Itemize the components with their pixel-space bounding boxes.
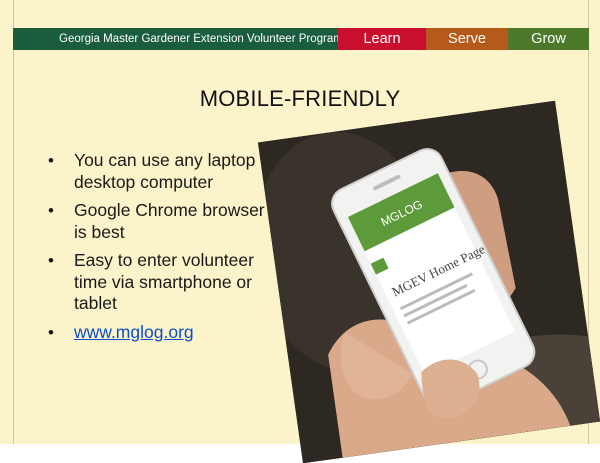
mglog-link[interactable]: www.mglog.org	[74, 322, 194, 342]
bullet-list: You can use any laptop or desktop comput…	[48, 150, 278, 350]
bullet-item: You can use any laptop or desktop comput…	[48, 150, 278, 193]
tab-grow: Grow	[508, 28, 589, 50]
bullet-item: Google Chrome browser is best	[48, 200, 278, 243]
slide: Georgia Master Gardener Extension Volunt…	[0, 0, 600, 463]
tab-learn: Learn	[338, 28, 426, 50]
smartphone-photo: MGLOG MGEV Home Page	[257, 100, 600, 463]
program-name: Georgia Master Gardener Extension Volunt…	[13, 28, 343, 50]
header-banner: Georgia Master Gardener Extension Volunt…	[13, 28, 589, 50]
tab-serve: Serve	[426, 28, 508, 50]
bullet-item: www.mglog.org	[48, 322, 278, 344]
bullet-item: Easy to enter volunteer time via smartph…	[48, 250, 278, 315]
